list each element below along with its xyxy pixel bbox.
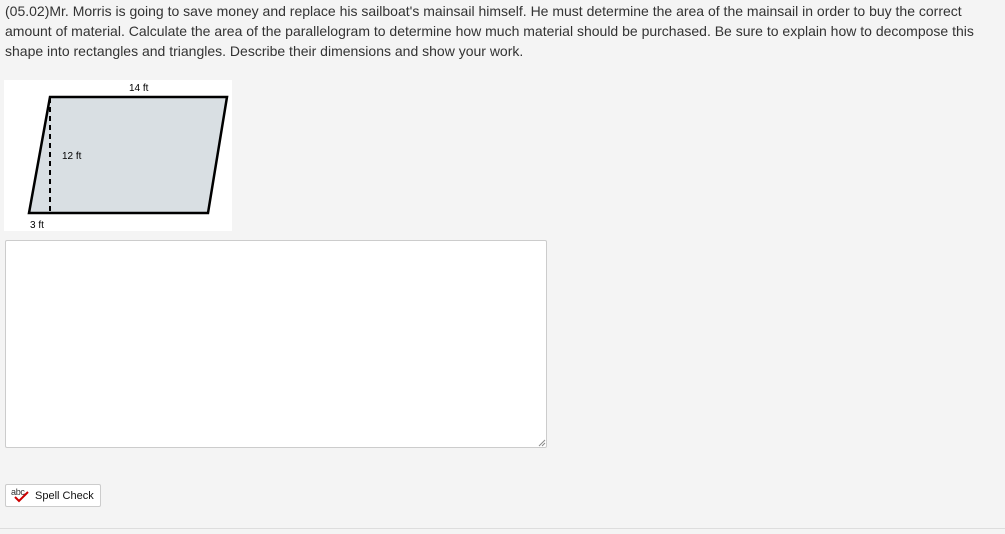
spell-check-button[interactable]: abc Spell Check xyxy=(5,484,101,507)
question-text: (05.02)Mr. Morris is going to save money… xyxy=(5,3,974,59)
bottom-divider xyxy=(0,528,1005,529)
spellcheck-icon: abc xyxy=(10,487,32,503)
top-side-label: 14 ft xyxy=(129,83,149,94)
offset-label: 3 ft xyxy=(30,220,44,231)
answer-textarea[interactable] xyxy=(5,240,547,448)
parallelogram-figure: 14 ft 12 ft 3 ft xyxy=(4,80,232,231)
spell-check-label: Spell Check xyxy=(35,489,94,502)
parallelogram-shape xyxy=(27,95,229,215)
height-label: 12 ft xyxy=(62,151,82,162)
resize-grip-icon[interactable] xyxy=(538,439,546,447)
